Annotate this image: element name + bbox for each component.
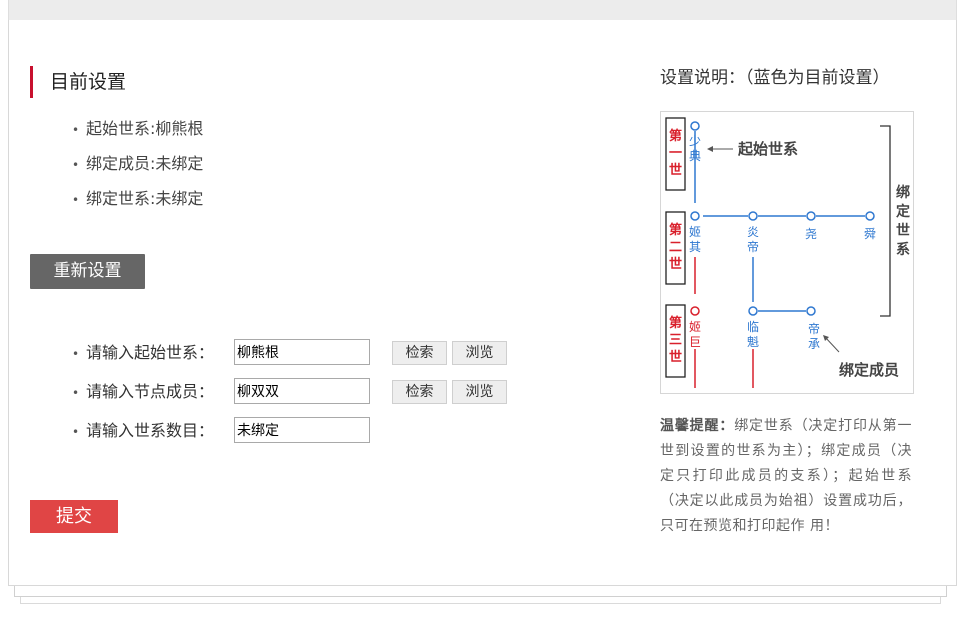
node-circle [865, 211, 875, 221]
name-char: 姬 [689, 320, 701, 334]
name-char: 舜 [864, 226, 876, 241]
name-char: 临 [747, 320, 759, 334]
reminder-body: 绑定世系（决定打印从第一世到设置的世系为主）；绑定成员（决定只打印此成员的支系）… [660, 418, 912, 534]
gen1-char: 一 [669, 146, 682, 161]
gen1-char: 第 [669, 128, 682, 144]
lineage-count-input[interactable] [234, 417, 370, 443]
bound-member-annotation: 绑定成员 [839, 361, 899, 379]
submit-button[interactable]: 提交 [30, 500, 118, 533]
list-item: • 绑定成员:未绑定 [72, 151, 203, 186]
gen3-char: 三 [669, 333, 682, 348]
start-lineage-row: •请输入起始世系： 检索 浏览 [72, 339, 512, 367]
lineage-diagram: 第 一 世 第 二 世 第 三 世 少 典 姬 其 炎 帝 尧 舜 姬 巨 临 … [660, 111, 914, 394]
name-char: 尧 [805, 227, 817, 241]
start-lineage-label: • 请输入起始世系： [72, 339, 214, 368]
binding-char: 世 [896, 222, 910, 239]
bound-lineage-info: 绑定世系:未绑定 [86, 189, 204, 208]
top-strip [8, 0, 957, 21]
bullet-icon: • [72, 386, 80, 400]
list-item: • 绑定世系:未绑定 [72, 186, 203, 221]
bound-member-info: 绑定成员:未绑定 [86, 154, 204, 173]
node-circle [806, 211, 816, 221]
start-lineage-search-button[interactable]: 检索 [392, 341, 447, 365]
gen3-char: 第 [669, 315, 682, 331]
reset-button[interactable]: 重新设置 [30, 254, 145, 289]
bullet-icon: • [72, 158, 80, 172]
lineage-count-row: • 请输入世系数目： [72, 417, 372, 445]
name-char: 典 [689, 149, 701, 163]
gen2-char: 世 [669, 256, 682, 272]
current-settings-title: 目前设置 [30, 66, 126, 98]
name-char: 姬 [689, 225, 701, 239]
name-char: 少 [689, 134, 701, 148]
node-circle [748, 211, 758, 221]
node-member-browse-button[interactable]: 浏览 [452, 380, 507, 404]
arrow-icon [707, 146, 713, 152]
node-circle [690, 121, 700, 131]
gen1-char: 世 [669, 162, 682, 178]
node-circle [690, 306, 700, 316]
gen2-char: 第 [669, 222, 682, 238]
bullet-icon: • [72, 193, 80, 207]
list-item: • 起始世系:柳熊根 [72, 116, 203, 151]
node-circle [748, 306, 758, 316]
node-member-row: •请输入节点成员： 检索 浏览 [72, 378, 512, 406]
reminder-text: 温馨提醒：绑定世系（决定打印从第一世到设置的世系为主）；绑定成员（决定只打印此成… [660, 414, 912, 539]
name-char: 炎 [747, 225, 759, 239]
panel-shadow [14, 586, 947, 597]
name-char: 帝 [747, 239, 759, 254]
binding-char: 系 [896, 241, 910, 258]
node-member-input[interactable] [234, 378, 370, 404]
node-member-search-button[interactable]: 检索 [392, 380, 447, 404]
start-lineage-browse-button[interactable]: 浏览 [452, 341, 507, 365]
name-char: 帝 [808, 321, 820, 336]
node-circle [806, 306, 816, 316]
reminder-label: 温馨提醒： [660, 418, 735, 434]
node-circle [690, 211, 700, 221]
bullet-icon: • [72, 425, 80, 439]
panel-shadow [20, 597, 941, 604]
node-member-label: • 请输入节点成员： [72, 378, 214, 407]
start-lineage-input[interactable] [234, 339, 370, 365]
name-char: 其 [689, 240, 701, 254]
gen2-char: 二 [669, 240, 682, 255]
name-char: 魁 [747, 334, 759, 349]
member-arrow [824, 336, 840, 353]
start-lineage-annotation: 起始世系 [737, 140, 798, 158]
bullet-icon: • [72, 123, 80, 137]
lineage-count-label: • 请输入世系数目： [72, 417, 214, 446]
binding-bracket [880, 125, 891, 317]
bullet-icon: • [72, 347, 80, 361]
binding-char: 绑 [896, 184, 910, 201]
name-char: 巨 [689, 335, 701, 349]
gen3-char: 世 [669, 349, 682, 365]
binding-char: 定 [896, 203, 910, 220]
description-title: 设置说明：（蓝色为目前设置） [660, 68, 890, 88]
current-settings-list: • 起始世系:柳熊根 • 绑定成员:未绑定 • 绑定世系:未绑定 [72, 116, 203, 221]
start-lineage-info: 起始世系:柳熊根 [86, 119, 204, 138]
name-char: 承 [808, 337, 820, 351]
